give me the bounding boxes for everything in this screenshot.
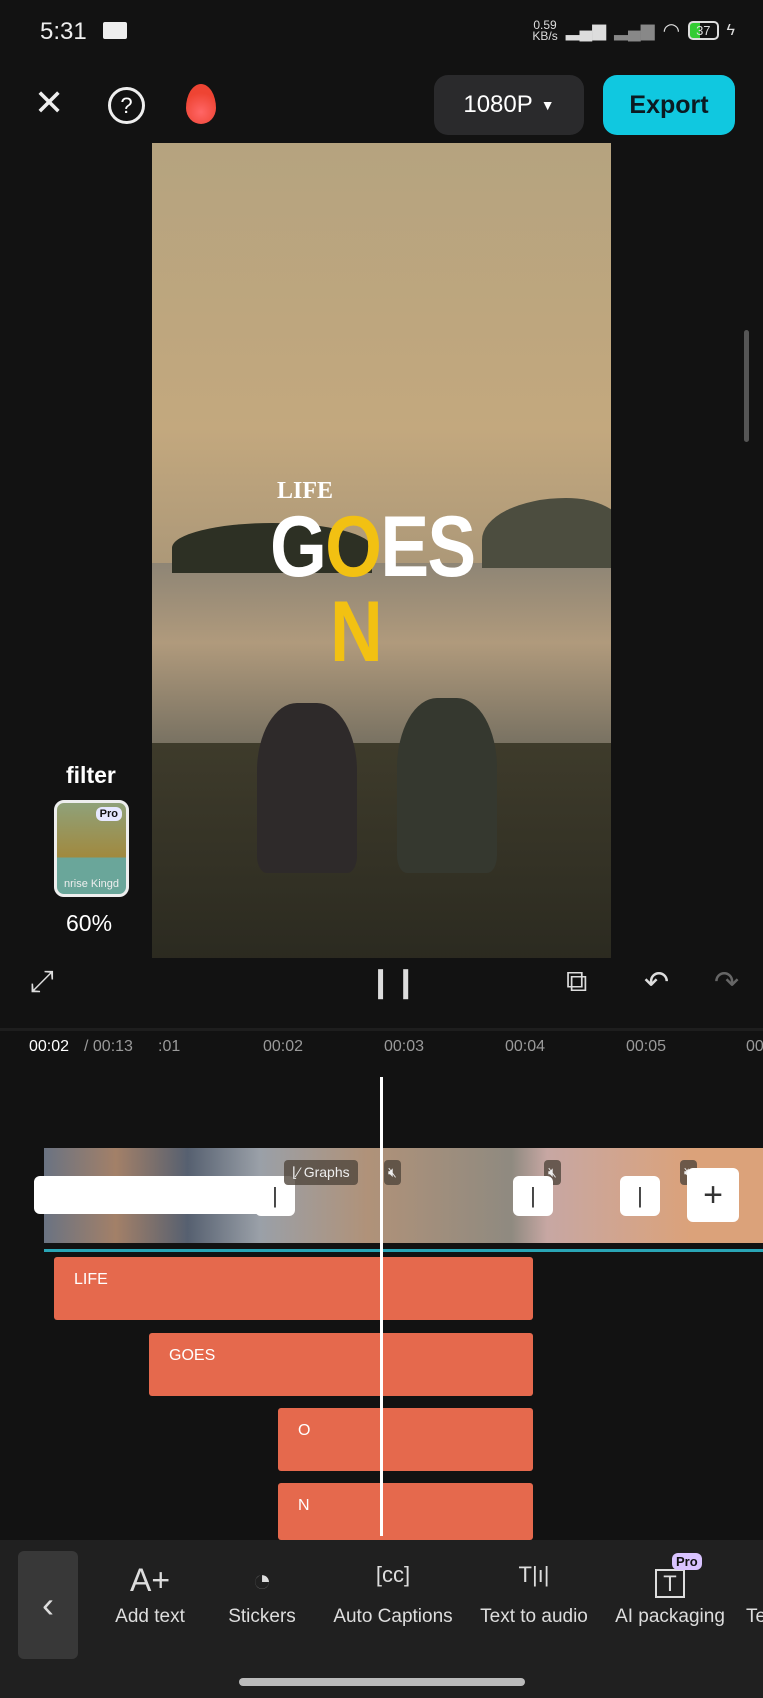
tool-label: Text to audio [480, 1606, 588, 1627]
ai-packaging-button[interactable]: T AI packaging [608, 1562, 732, 1628]
transition-button[interactable]: | [513, 1176, 553, 1216]
text-clip[interactable]: N [278, 1483, 533, 1540]
text-clip[interactable]: O [278, 1408, 533, 1471]
status-time: 5:31 [40, 18, 87, 45]
tool-label: Stickers [228, 1606, 296, 1627]
tool-label: Add text [115, 1606, 185, 1627]
more-tool-button[interactable]: Te [746, 1562, 763, 1628]
pro-badge: Pro [672, 1553, 702, 1570]
overlay-text-n: N [330, 584, 383, 680]
tick-label: 00:02 [263, 1038, 304, 1055]
text-audio-icon: T|ı| [518, 1562, 550, 1587]
playhead[interactable] [380, 1077, 383, 1536]
chevron-left-icon: ‹ [42, 1584, 54, 1625]
text-clip[interactable]: GOES [149, 1333, 533, 1396]
add-clip-button[interactable]: + [687, 1168, 739, 1222]
wifi-icon: ◠ [662, 20, 681, 42]
stickers-button[interactable]: ◔ Stickers [222, 1562, 302, 1628]
net-unit: KB/s [532, 28, 558, 43]
video-record-icon [103, 22, 127, 39]
transition-clip-strip[interactable] [34, 1176, 284, 1214]
tick-label: 00 [746, 1038, 763, 1055]
signal-icon: ▂▄▆ [565, 20, 607, 40]
sticker-icon: ◔ [252, 1562, 272, 1598]
current-time: 00:02 [29, 1038, 70, 1055]
tool-label: Te [746, 1606, 763, 1627]
text-to-audio-button[interactable]: T|ı| Text to audio [472, 1562, 596, 1628]
filter-label: filter [66, 762, 116, 788]
resolution-value: 1080P [463, 91, 533, 118]
ground [152, 743, 611, 958]
auto-captions-button[interactable]: [cc] Auto Captions [326, 1562, 460, 1628]
undo-icon[interactable]: ↶ [644, 965, 669, 1000]
pause-icon[interactable]: ❙❙ [368, 965, 418, 1000]
keyframe-icon[interactable]: ⧉ [566, 965, 587, 999]
graphs-tag[interactable]: ⌊⁄ Graphs [284, 1160, 358, 1185]
add-text-button[interactable]: A+ Add text [108, 1562, 192, 1628]
keyframe-line [44, 1249, 763, 1252]
transition-button[interactable]: | [620, 1176, 660, 1216]
battery-icon: 37 [688, 21, 719, 40]
tool-label: Auto Captions [333, 1606, 453, 1627]
filter-name: nrise Kingd [63, 878, 120, 890]
pro-badge: Pro [95, 807, 122, 821]
filter-thumbnail[interactable]: Pro nrise Kingd [54, 800, 129, 897]
close-icon[interactable]: ✕ [34, 82, 64, 124]
tick-label: :01 [158, 1038, 181, 1055]
ai-packaging-icon: T [608, 1562, 732, 1606]
mute-icon[interactable]: 🔇︎ [384, 1160, 401, 1185]
fullscreen-icon[interactable]: ⤢ [30, 965, 54, 999]
person [257, 703, 357, 873]
home-indicator[interactable] [239, 1678, 525, 1686]
add-text-icon: A+ [129, 1562, 171, 1598]
charging-icon: ϟ [726, 21, 735, 39]
export-button[interactable]: Export [603, 75, 735, 135]
tool-label: AI packaging [615, 1606, 725, 1627]
help-icon[interactable]: ? [108, 87, 145, 124]
status-icons: 0.59 KB/s ▂▄▆ ▂▄▆ ◠ 37 ϟ [532, 18, 735, 43]
scrollbar[interactable] [744, 330, 749, 442]
person [397, 698, 497, 873]
tick-label: 00:04 [505, 1038, 546, 1055]
signal-icon: ▂▄▆ [614, 20, 655, 40]
flame-icon[interactable] [186, 84, 216, 124]
back-button[interactable]: ‹ [18, 1551, 78, 1659]
filter-intensity: 60% [66, 910, 113, 936]
divider [0, 1028, 763, 1031]
caret-down-icon: ▼ [540, 97, 555, 113]
video-preview[interactable]: LIFE GOES N [152, 143, 611, 958]
captions-icon: [cc] [375, 1562, 411, 1587]
text-clip[interactable]: LIFE [54, 1257, 533, 1320]
graph-icon: ⌊⁄ [292, 1164, 304, 1180]
redo-icon[interactable]: ↷ [714, 965, 739, 1000]
tick-label: 00:03 [384, 1038, 425, 1055]
graphs-label: Graphs [303, 1164, 350, 1180]
tick-label: 00:05 [626, 1038, 667, 1055]
hill [482, 498, 611, 568]
resolution-dropdown[interactable]: 1080P ▼ [434, 75, 584, 135]
total-time: / 00:13 [84, 1038, 133, 1055]
